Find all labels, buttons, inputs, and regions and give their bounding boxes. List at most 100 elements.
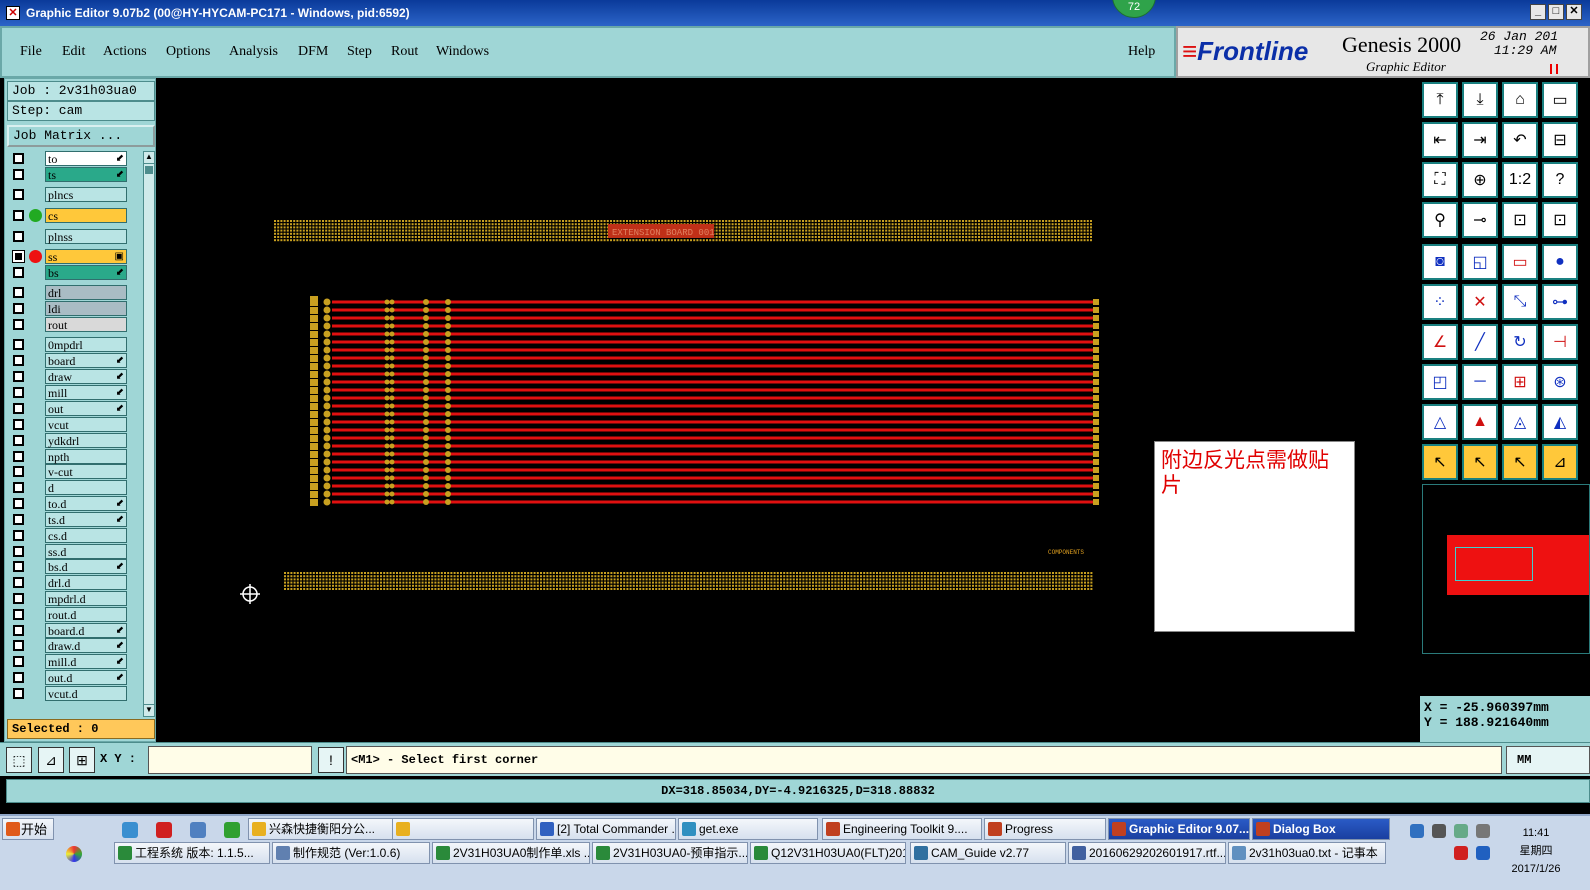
xy-input[interactable] <box>148 746 312 774</box>
layer-row-ts.d[interactable]: ts.d ⬋ <box>7 512 131 527</box>
tool-button-10-2-icon[interactable]: ↖ <box>1462 444 1498 480</box>
layer-name[interactable]: cs.d <box>45 528 127 543</box>
layer-row-npth[interactable]: npth <box>7 449 131 464</box>
layer-scrollbar[interactable]: ▲ ▼ <box>143 151 155 717</box>
layer-name[interactable]: mill.d ⬋ <box>45 654 127 669</box>
taskbar-item[interactable]: 20160629202601917.rtf... <box>1068 842 1226 864</box>
layer-checkbox[interactable] <box>12 250 25 263</box>
tool-button-6-2-icon[interactable]: ✕ <box>1462 284 1498 320</box>
menu-rout[interactable]: Rout <box>391 44 418 60</box>
layer-row-ss[interactable]: ss ▣ <box>7 249 131 264</box>
layer-row-board[interactable]: board ⬋ <box>7 353 131 368</box>
menu-step[interactable]: Step <box>347 44 372 60</box>
minimize-button[interactable]: _ <box>1530 4 1546 20</box>
taskbar-item[interactable]: Engineering Toolkit 9.... <box>822 818 982 840</box>
layer-name[interactable]: board ⬋ <box>45 353 127 368</box>
layer-checkbox[interactable] <box>13 546 24 557</box>
tool-button-1-3-icon[interactable]: ⌂ <box>1502 82 1538 118</box>
layer-name[interactable]: mpdrl.d <box>45 591 127 606</box>
layer-row-cs[interactable]: cs <box>7 208 131 223</box>
menu-analysis[interactable]: Analysis <box>229 44 278 60</box>
grid-icon[interactable]: ⊞ <box>69 747 95 773</box>
taskbar-item[interactable] <box>392 818 534 840</box>
menu-file[interactable]: File <box>20 44 42 60</box>
layer-name[interactable]: cs <box>45 208 127 223</box>
layer-row-ts[interactable]: ts ⬋ <box>7 167 131 182</box>
tool-button-8-4-icon[interactable]: ⊛ <box>1542 364 1578 400</box>
taskbar-item[interactable]: get.exe <box>678 818 818 840</box>
tray-icon[interactable] <box>1454 824 1468 838</box>
close-button[interactable]: ✕ <box>1566 4 1582 20</box>
layer-name[interactable]: board.d ⬋ <box>45 623 127 638</box>
pcb-drawing[interactable]: EXTENSION BOARD 001COMPONENTS <box>156 78 1420 742</box>
layer-name[interactable]: to.d ⬋ <box>45 496 127 511</box>
layer-row-plncs[interactable]: plncs <box>7 187 131 202</box>
layer-row-board.d[interactable]: board.d ⬋ <box>7 623 131 638</box>
layer-name[interactable]: rout.d <box>45 607 127 622</box>
menu-windows[interactable]: Windows <box>436 44 489 60</box>
taskbar-item[interactable]: CAM_Guide v2.77 <box>910 842 1066 864</box>
alert-icon[interactable]: ! <box>318 747 344 773</box>
tool-button-7-1-icon[interactable]: ∠ <box>1422 324 1458 360</box>
layer-checkbox[interactable] <box>13 231 24 242</box>
taskbar-item[interactable]: Dialog Box <box>1252 818 1390 840</box>
taskbar-item[interactable]: Progress <box>984 818 1106 840</box>
layer-name[interactable]: ts.d ⬋ <box>45 512 127 527</box>
layer-checkbox[interactable] <box>13 435 24 446</box>
layer-checkbox[interactable] <box>13 625 24 636</box>
tool-button-5-4-icon[interactable]: ● <box>1542 244 1578 280</box>
layer-name[interactable]: draw ⬋ <box>45 369 127 384</box>
scroll-down-icon[interactable]: ▼ <box>144 704 154 716</box>
quick-launch-icon[interactable] <box>156 822 172 838</box>
tool-button-4-1-icon[interactable]: ⚲ <box>1422 202 1458 238</box>
layer-row-mpdrl.d[interactable]: mpdrl.d <box>7 591 131 606</box>
layer-name[interactable]: to ⬋ <box>45 151 127 166</box>
layer-row-mill[interactable]: mill ⬋ <box>7 385 131 400</box>
start-button[interactable]: 开始 <box>2 818 54 840</box>
layer-row-vcut[interactable]: vcut <box>7 417 131 432</box>
overview-minimap[interactable] <box>1422 484 1590 654</box>
layer-name[interactable]: bs.d ⬋ <box>45 559 127 574</box>
layer-row-to[interactable]: to ⬋ <box>7 151 131 166</box>
layer-row-out[interactable]: out ⬋ <box>7 401 131 416</box>
layer-checkbox[interactable] <box>13 640 24 651</box>
layer-name[interactable]: v-cut <box>45 464 127 479</box>
layer-checkbox[interactable] <box>13 593 24 604</box>
tool-button-8-3-icon[interactable]: ⊞ <box>1502 364 1538 400</box>
tray-icon[interactable] <box>1476 846 1490 860</box>
layer-checkbox[interactable] <box>13 530 24 541</box>
layer-row-out.d[interactable]: out.d ⬋ <box>7 670 131 685</box>
layer-checkbox[interactable] <box>13 355 24 366</box>
layer-checkbox[interactable] <box>13 609 24 620</box>
layer-row-draw[interactable]: draw ⬋ <box>7 369 131 384</box>
layer-checkbox[interactable] <box>13 482 24 493</box>
layer-name[interactable]: ldi <box>45 301 127 316</box>
tool-button-7-4-icon[interactable]: ⊣ <box>1542 324 1578 360</box>
graphic-canvas[interactable]: EXTENSION BOARD 001 COMPONENTS 附边反光点需做贴片 <box>156 78 1420 742</box>
taskbar-item[interactable]: Graphic Editor 9.07... <box>1108 818 1250 840</box>
layer-name[interactable]: ss.d <box>45 544 127 559</box>
job-matrix-button[interactable]: Job Matrix ... <box>7 125 155 147</box>
layer-name[interactable]: ts ⬋ <box>45 167 127 182</box>
tool-button-10-1-icon[interactable]: ↖ <box>1422 444 1458 480</box>
menu-actions[interactable]: Actions <box>103 44 147 60</box>
layer-row-cs.d[interactable]: cs.d <box>7 528 131 543</box>
layer-row-0mpdrl[interactable]: 0mpdrl <box>7 337 131 352</box>
layer-name[interactable]: vcut <box>45 417 127 432</box>
layer-row-rout.d[interactable]: rout.d <box>7 607 131 622</box>
layer-checkbox[interactable] <box>13 419 24 430</box>
tool-button-7-2-icon[interactable]: ╱ <box>1462 324 1498 360</box>
layer-checkbox[interactable] <box>13 287 24 298</box>
tool-button-9-2-icon[interactable]: ▲ <box>1462 404 1498 440</box>
taskbar-item[interactable]: 兴森快捷衡阳分公... <box>248 818 402 840</box>
menu-help[interactable]: Help <box>1128 44 1155 60</box>
minimap-view[interactable] <box>1455 547 1533 581</box>
tool-button-3-4-icon[interactable]: ? <box>1542 162 1578 198</box>
taskbar-item[interactable]: 2V31H03UA0制作单.xls ... <box>432 842 590 864</box>
layer-row-bs.d[interactable]: bs.d ⬋ <box>7 559 131 574</box>
layer-name[interactable]: ss ▣ <box>45 249 127 264</box>
layer-checkbox[interactable] <box>13 688 24 699</box>
tray-icon[interactable] <box>1454 846 1468 860</box>
tool-button-3-2-icon[interactable]: ⊕ <box>1462 162 1498 198</box>
scroll-up-icon[interactable]: ▲ <box>144 152 154 164</box>
